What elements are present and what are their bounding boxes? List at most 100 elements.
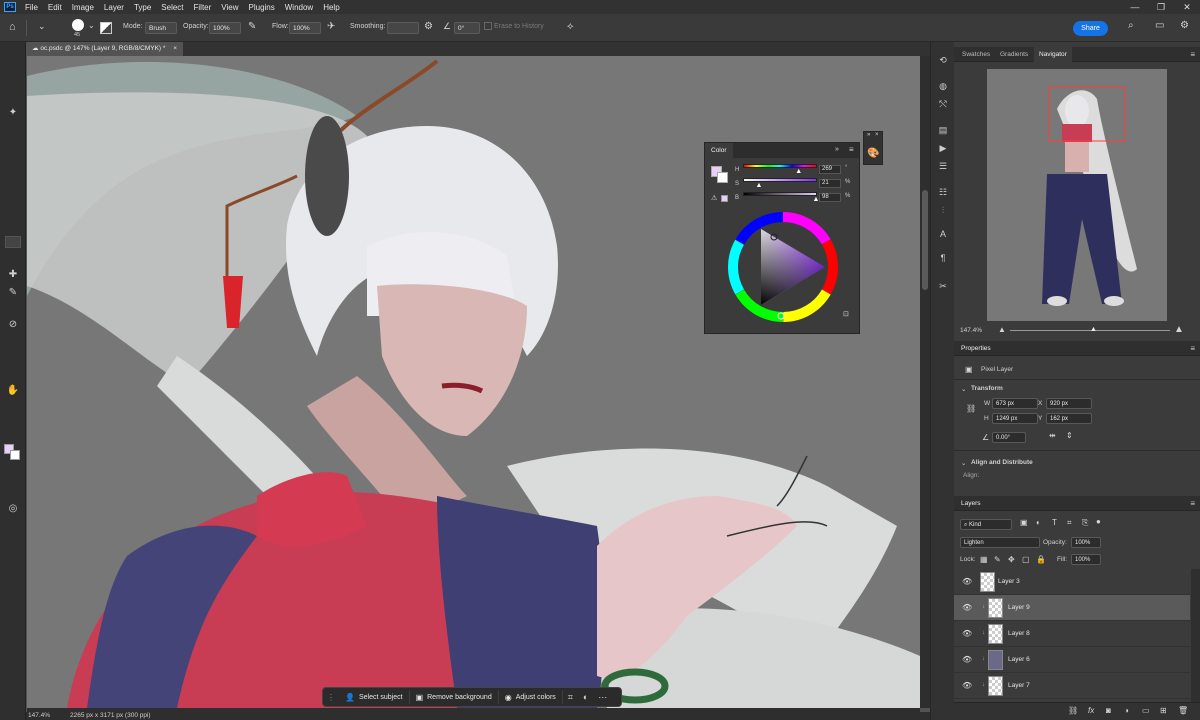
filter-toggle-icon[interactable]: ● [1096,517,1101,526]
zoom-out-icon[interactable]: ▲ [998,325,1006,334]
timeline-icon[interactable]: ☰ [936,160,950,172]
filter-shape-icon[interactable]: ⌗ [1067,518,1072,528]
align-section-title[interactable]: Align and Distribute [971,459,1033,466]
drag-handle-icon[interactable]: ⋮ [323,693,339,702]
chevron-down-icon[interactable]: ⌄ [961,385,966,393]
trash-icon[interactable]: 🗑 [1178,706,1188,715]
close-tab-icon[interactable]: × [173,45,177,52]
minimize-button[interactable]: — [1122,0,1148,14]
color-icon[interactable]: ◍ [936,80,950,92]
document-info[interactable]: 2265 px x 3171 px (300 ppi) [70,712,151,719]
history-icon[interactable]: ⟲ [936,54,950,66]
airbrush-icon[interactable]: ✈ [327,21,335,32]
visibility-eye-icon[interactable]: 👁 [962,603,972,612]
smoothing-field[interactable] [387,22,419,34]
select-subject-button[interactable]: 👤 Select subject [339,690,410,704]
navigator-preview[interactable] [987,69,1167,321]
menu-filter[interactable]: Filter [189,3,217,12]
flip-vertical-icon[interactable]: ⇕ [1066,431,1073,440]
filter-type-icon[interactable]: T [1052,518,1057,527]
pressure-opacity-icon[interactable]: ✎ [248,21,256,32]
brush-angle-field[interactable]: 0° [454,22,480,34]
actions-play-icon[interactable]: ▶ [936,142,950,154]
search-icon[interactable]: ⌕ [1128,20,1134,31]
brightness-slider[interactable] [743,192,817,196]
adjust-colors-button[interactable]: ◉ Adjust colors [499,690,563,704]
fx-icon[interactable]: fx [1088,706,1094,715]
menu-edit[interactable]: Edit [43,3,67,12]
chevron-down-icon[interactable]: ⌄ [961,459,966,467]
erase-history-checkbox[interactable] [484,22,492,30]
home-icon[interactable]: ⌂ [9,21,16,33]
y-field[interactable]: 162 px [1046,413,1092,424]
visibility-eye-icon[interactable]: 👁 [962,629,972,638]
link-icon[interactable]: ⛓ [1068,706,1078,715]
saturation-field[interactable]: 21 [819,179,841,188]
tools-icon[interactable]: ✂ [936,280,950,292]
flip-horizontal-icon[interactable]: ⇹ [1049,431,1056,440]
share-button[interactable]: Share [1073,21,1108,36]
menu-select[interactable]: Select [156,3,188,12]
close-icon[interactable]: × [875,132,879,138]
x-field[interactable]: 920 px [1046,398,1092,409]
fill-field[interactable]: 100% [1071,554,1101,565]
vertical-scrollbar[interactable] [920,56,930,708]
transform-section-title[interactable]: Transform [971,385,1003,392]
layer-row[interactable]: 👁 Layer 3 [954,569,1190,595]
menu-help[interactable]: Help [318,3,344,12]
color-wheel[interactable] [725,209,841,325]
adjustment-icon[interactable]: ◑ [1124,706,1129,715]
lock-artboard-icon[interactable]: ▢ [1022,555,1030,564]
tool-preset-chevron-icon[interactable]: ⌄ [38,21,46,32]
visibility-eye-icon[interactable]: 👁 [962,655,972,664]
blend-mode-select[interactable]: Lighten [960,537,1040,548]
panel-menu-icon[interactable]: ≡ [1190,496,1195,511]
background-color-swatch[interactable] [10,450,20,460]
collapse-icon[interactable]: » [835,146,839,153]
expand-icon[interactable]: ⊡ [843,310,849,318]
tab-swatches[interactable]: Swatches [957,47,995,62]
menu-view[interactable]: View [216,3,243,12]
layer-row[interactable]: 👁 ↓ Layer 9 [954,595,1190,621]
saturation-slider-knob[interactable]: ▲ [756,182,763,189]
lock-pixels-icon[interactable]: ✎ [994,555,1001,564]
filter-pixel-icon[interactable]: ▣ [1020,518,1028,527]
close-window-button[interactable]: ✕ [1174,0,1200,14]
character-icon[interactable]: A [936,228,950,240]
quick-mask-icon[interactable]: ◎ [5,502,21,516]
mask-icon[interactable]: ◐ [578,692,593,702]
flow-field[interactable]: 100% [289,22,321,34]
menu-type[interactable]: Type [129,3,156,12]
width-field[interactable]: 673 px [992,398,1038,409]
foreground-swatch-large[interactable] [5,236,21,248]
workspace-icon[interactable]: ▭ [1155,20,1164,31]
symmetry-icon[interactable]: ⟡ [567,21,574,32]
zoom-in-icon[interactable]: ▲ [1174,324,1184,335]
brightness-field[interactable]: 98 [819,193,841,202]
layers-scrollbar[interactable] [1191,569,1200,709]
gear-icon[interactable]: ⚙ [424,21,433,32]
sliders-icon[interactable]: ⫶ [936,204,950,216]
healing-brush-icon[interactable]: ✚ [5,268,21,282]
menu-image[interactable]: Image [67,3,99,12]
brush-tool-icon[interactable]: ✎ [5,286,21,300]
saturation-slider[interactable] [743,178,817,182]
visibility-eye-icon[interactable]: 👁 [962,577,972,586]
zoom-level[interactable]: 147.4% [28,712,50,719]
background-color-chip[interactable] [717,172,728,183]
rotation-field[interactable]: 0.00° [992,432,1026,443]
layer-filter-select[interactable]: ⌕ Kind [960,519,1012,530]
group-icon[interactable]: ▭ [1142,706,1150,715]
menu-layer[interactable]: Layer [99,3,129,12]
filter-smart-icon[interactable]: ⎘ [1082,518,1088,528]
hand-tool-icon[interactable]: ✋ [5,384,21,398]
lock-transparency-icon[interactable]: ▦ [980,555,988,564]
lock-position-icon[interactable]: ✥ [1008,555,1015,564]
settings-icon[interactable]: ⚙ [1180,20,1189,31]
transform-icon[interactable]: ⌗ [563,692,578,703]
filter-adjustment-icon[interactable]: ◐ [1036,518,1041,527]
menu-window[interactable]: Window [280,3,318,12]
layer-opacity-field[interactable]: 100% [1071,537,1101,548]
menu-file[interactable]: File [20,3,43,12]
brush-settings-icon[interactable] [100,22,112,34]
